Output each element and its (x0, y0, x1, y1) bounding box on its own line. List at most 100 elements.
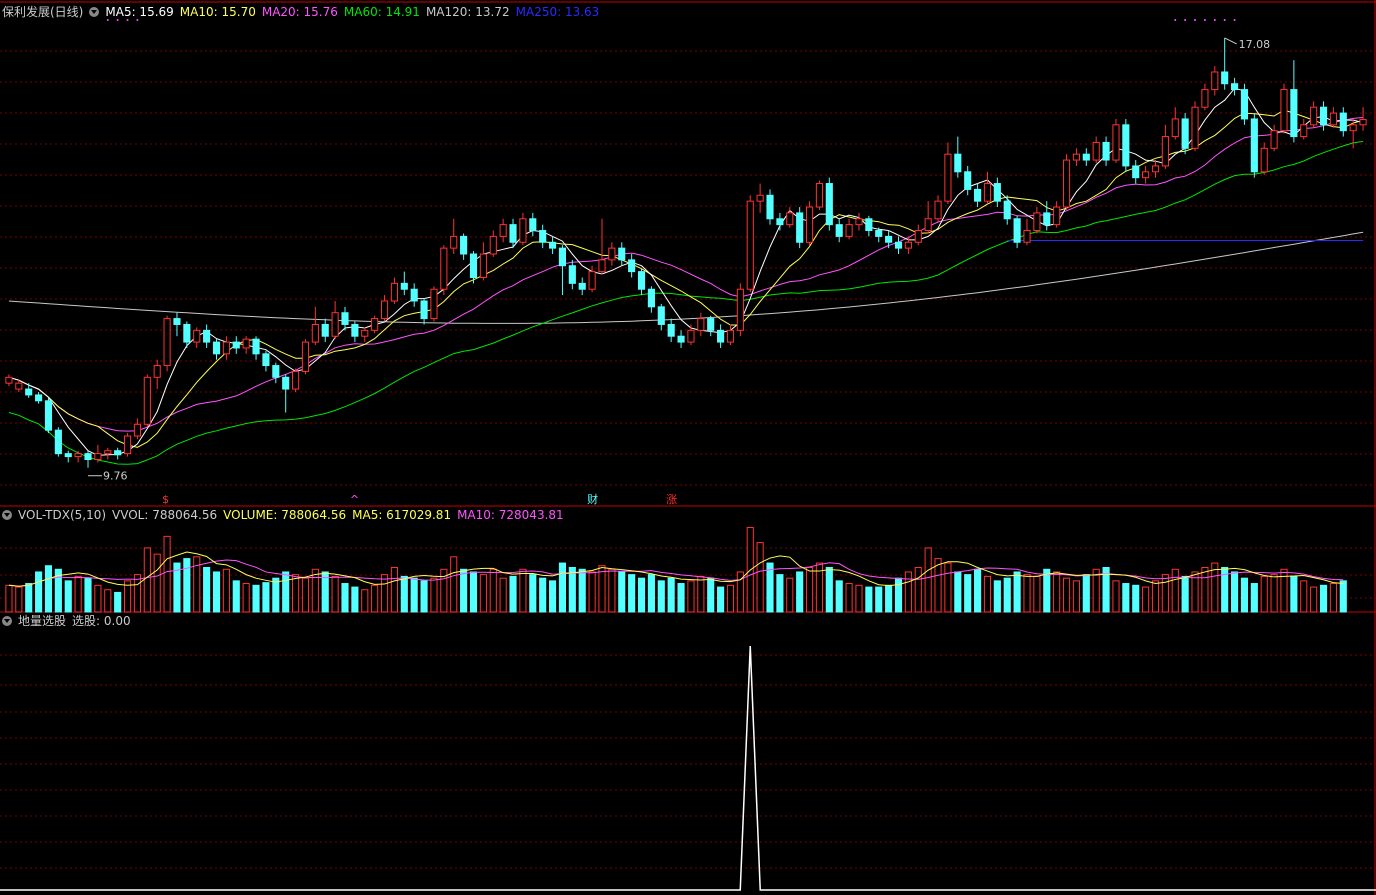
candle-body (1240, 89, 1249, 120)
volume-bar (529, 574, 537, 613)
candle-body (1211, 71, 1219, 91)
candle-body (212, 341, 221, 355)
volume-bar (371, 584, 379, 613)
event-marker: ^ (350, 493, 359, 506)
candle-body (697, 318, 705, 331)
select-panel-legend: 地量选股 选股: 0.00 (0, 613, 137, 629)
volume-bar (677, 583, 685, 613)
candle-body (1231, 83, 1239, 91)
candle-body (845, 224, 853, 237)
candle-body (1033, 212, 1041, 232)
candle-body (430, 288, 438, 320)
candle-body (1023, 230, 1031, 243)
volume-bar (549, 580, 557, 613)
candle-body (776, 218, 784, 226)
candle-body (885, 235, 893, 243)
candle-body (420, 300, 428, 320)
volume-bar (845, 583, 853, 613)
candle-body (578, 282, 586, 290)
candle-body (450, 235, 458, 249)
candle-body (25, 388, 33, 396)
volume-bar (993, 580, 1001, 613)
candle-body (934, 200, 942, 220)
candle-body (1191, 106, 1199, 149)
candle-body (1349, 124, 1357, 132)
volume-bar (331, 575, 339, 613)
candle-body (647, 288, 655, 308)
candle-body (677, 335, 685, 343)
event-dot (1184, 19, 1187, 21)
volume-bar (974, 568, 982, 613)
volume-label: VOLUME: 788064.56 (223, 508, 347, 522)
volume-bar (153, 553, 161, 613)
candle-body (707, 318, 715, 331)
volume-bar (934, 558, 942, 613)
candle-body (371, 318, 379, 331)
volume-bar (489, 568, 497, 613)
candle-body (993, 183, 1001, 202)
candle-body (1319, 106, 1328, 126)
candle-body (1300, 124, 1308, 138)
candle-body (657, 306, 665, 325)
ma5-label: MA5: 15.69 (105, 5, 174, 19)
chart-canvas[interactable]: 17.08 9.76 $ ^ 财 涨 (0, 0, 1376, 895)
panel-collapse-icon[interactable] (89, 7, 100, 17)
volume-bar (114, 591, 122, 613)
candle-body (914, 230, 922, 243)
volume-bar (904, 571, 912, 613)
candle-body (786, 212, 794, 226)
candle-body (1132, 165, 1140, 179)
volume-bar (894, 577, 903, 613)
candle-body (153, 365, 161, 378)
volume-bar (1290, 575, 1298, 613)
volume-bar (94, 584, 102, 613)
volume-bar (460, 568, 468, 613)
candle-body (479, 253, 487, 278)
high-pointer (1224, 37, 1237, 45)
candle-body (163, 318, 171, 367)
event-dot (1194, 19, 1197, 21)
volume-bar (1023, 574, 1031, 613)
select-signal-line (0, 645, 1376, 891)
candle-body (203, 329, 211, 343)
volume-bar (954, 571, 962, 613)
volume-bar (1142, 586, 1150, 613)
volume-bar (351, 586, 359, 613)
ma120-line (8, 231, 1364, 324)
volume-bar (776, 574, 784, 613)
panel-collapse-icon[interactable] (2, 510, 12, 520)
candle-body (54, 429, 62, 455)
volume-bar (944, 562, 952, 613)
volume-bar (133, 574, 141, 613)
candle-body (84, 453, 92, 461)
volume-bar (1062, 577, 1071, 613)
event-marker: 涨 (666, 493, 677, 506)
candle-body (123, 435, 132, 455)
vol-ma10-label: MA10: 728043.81 (457, 508, 564, 522)
volume-bar (64, 580, 72, 613)
volume-bar (212, 571, 221, 613)
volume-bar (568, 567, 576, 613)
panel-collapse-icon[interactable] (2, 616, 12, 626)
volume-bar (805, 567, 814, 613)
volume-bar (1132, 584, 1140, 613)
candle-body (1013, 218, 1021, 243)
volume-bar (450, 556, 458, 613)
candle-body (1280, 89, 1288, 132)
volume-bar (1082, 574, 1090, 613)
candle-body (1310, 106, 1318, 126)
candle-body (262, 353, 270, 367)
candle-body (904, 241, 912, 249)
volume-bar (203, 567, 211, 613)
volume-bar (301, 577, 310, 613)
volume-bar (222, 568, 230, 613)
event-dot (1223, 19, 1226, 21)
candle-body (944, 153, 952, 202)
candle-body (756, 194, 764, 202)
candle-body (637, 271, 646, 290)
candle-body (5, 376, 13, 384)
volume-bar (618, 571, 626, 613)
volume-bar (885, 584, 893, 613)
vol-indicator-name: VOL-TDX(5,10) (18, 508, 107, 522)
candle-body (1092, 141, 1100, 161)
